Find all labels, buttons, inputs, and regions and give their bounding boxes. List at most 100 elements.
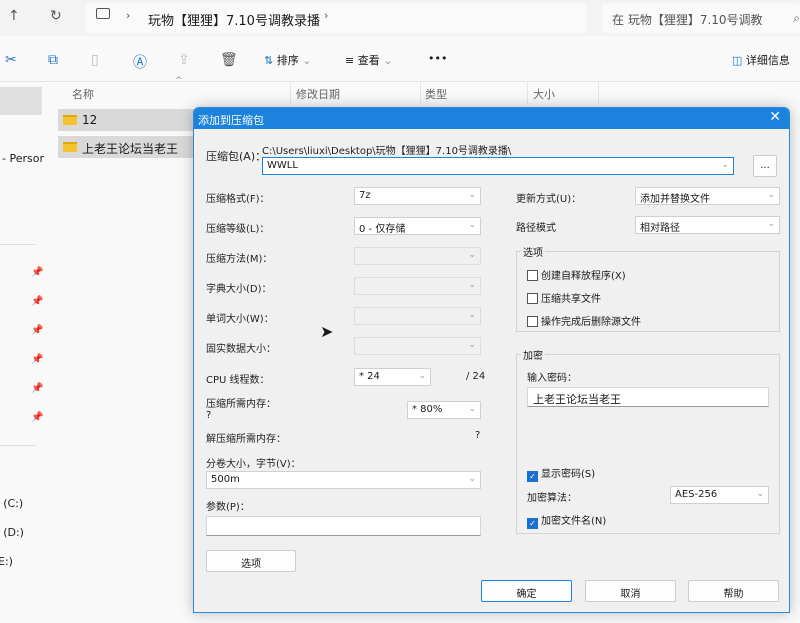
cancel-button[interactable]: 取消 xyxy=(585,580,676,602)
share-icon[interactable]: ⇪ xyxy=(178,52,190,68)
address-field[interactable]: › 玩物【狸狸】7.10号调教录播 › xyxy=(86,3,586,33)
solid-select[interactable]: ⌄ xyxy=(354,337,481,355)
details-button[interactable]: ◫ 详细信息 xyxy=(732,52,790,68)
check-icon: ✓ xyxy=(527,518,538,529)
pin-icon: 📌 xyxy=(31,383,44,394)
sidebar-drive-e[interactable]: E:) xyxy=(0,555,13,568)
chevron-right-icon: › xyxy=(126,9,131,22)
file-row[interactable]: 上老王论坛当老王 xyxy=(58,136,198,158)
sfx-checkbox[interactable]: 创建自释放程序(X) xyxy=(527,267,626,282)
column-type[interactable]: 类型 xyxy=(425,82,447,104)
computer-icon xyxy=(96,8,110,19)
mouse-cursor-icon: ➤ xyxy=(320,322,334,341)
encryption-group-label: 加密 xyxy=(521,347,545,362)
explorer-address-bar: ↑ ↻ › 玩物【狸狸】7.10号调教录播 › 在 玩物【狸狸】7.10号调教 ⌕ xyxy=(0,0,800,36)
dict-select[interactable]: ⌄ xyxy=(354,277,481,295)
decomp-label: 解压缩所需内存： xyxy=(206,434,286,445)
copy-icon[interactable]: ⧉ xyxy=(48,52,58,68)
cpu-label: CPU 线程数： xyxy=(206,375,270,386)
refresh-icon[interactable]: ↻ xyxy=(50,8,62,24)
delete-after-checkbox[interactable]: 操作完成后删除源文件 xyxy=(527,313,641,328)
sort-button[interactable]: ⇅ 排序 ⌄ xyxy=(264,52,311,68)
pin-icon: 📌 xyxy=(31,412,44,423)
rename-icon[interactable]: Ⓐ xyxy=(133,52,147,72)
cpu-select[interactable]: * 24 ⌄ xyxy=(354,368,431,386)
password-label: 输入密码： xyxy=(527,373,577,384)
pathmode-select[interactable]: 相对路径 ⌄ xyxy=(635,216,780,234)
password-input[interactable]: 上老王论坛当老王 xyxy=(527,387,769,407)
mem-value: ? xyxy=(206,410,212,421)
mem-select[interactable]: * 80% ⌄ xyxy=(407,401,481,419)
pathmode-label: 路径模式 xyxy=(516,223,556,234)
archive-path: C:\Users\liuxi\Desktop\玩物【狸狸】7.10号调教录播\ xyxy=(262,146,512,157)
level-label: 压缩等级(L)： xyxy=(206,224,270,235)
dialog-title-bar: 添加到压缩包 ✕ xyxy=(194,108,789,129)
format-select[interactable]: 7z ⌄ xyxy=(354,187,481,205)
pin-icon: 📌 xyxy=(31,325,44,336)
details-pane-icon: ◫ xyxy=(732,54,743,67)
column-date[interactable]: 修改日期 xyxy=(296,82,340,104)
help-button[interactable]: 帮助 xyxy=(688,580,779,602)
column-name[interactable]: 名称 xyxy=(72,82,94,104)
enc-method-select[interactable]: AES-256 ⌄ xyxy=(670,486,769,504)
delete-icon[interactable]: 🗑 xyxy=(220,52,238,68)
browse-button[interactable]: ... xyxy=(753,155,777,177)
show-password-checkbox[interactable]: ✓ 显示密码(S) xyxy=(527,465,595,482)
method-select[interactable]: ⌄ xyxy=(354,247,481,265)
more-button[interactable]: ••• xyxy=(428,52,447,65)
sidebar-onedrive[interactable]: - Persor xyxy=(2,152,44,165)
encrypt-names-checkbox[interactable]: ✓ 加密文件名(N) xyxy=(527,512,606,529)
shared-files-checkbox[interactable]: 压缩共享文件 xyxy=(527,290,601,305)
search-input[interactable]: 在 玩物【狸狸】7.10号调教 ⌕ xyxy=(602,3,800,33)
add-to-archive-dialog: 添加到压缩包 ✕ 压缩包(A)： C:\Users\liuxi\Desktop\玩… xyxy=(193,107,790,613)
command-bar: ✂ ⧉ ▯ Ⓐ ⇪ 🗑 ⇅ 排序 ⌄ ≡ 查看 ⌄ ••• ◫ 详细信息 xyxy=(0,38,800,82)
format-label: 压缩格式(F)： xyxy=(206,194,270,205)
folder-icon xyxy=(63,142,77,152)
options-group: 选项 创建自释放程序(X) 压缩共享文件 操作完成后删除源文件 xyxy=(516,244,780,332)
volume-label: 分卷大小，字节(V)： xyxy=(206,459,301,470)
paste-icon[interactable]: ▯ xyxy=(91,52,99,68)
solid-label: 固实数据大小： xyxy=(206,344,276,355)
dict-label: 字典大小(D)： xyxy=(206,284,272,295)
params-input[interactable] xyxy=(206,516,481,536)
method-label: 压缩方法(M)： xyxy=(206,254,273,265)
breadcrumb[interactable]: 玩物【狸狸】7.10号调教录播 xyxy=(148,10,320,29)
mem-label: 压缩所需内存： xyxy=(206,399,276,410)
column-size[interactable]: 大小 xyxy=(533,82,555,104)
up-arrow-icon[interactable]: ↑ xyxy=(8,8,20,24)
cpu-max: / 24 xyxy=(466,371,486,382)
sidebar-selected-item[interactable] xyxy=(0,87,42,115)
folder-icon xyxy=(63,115,77,125)
word-select[interactable]: ⌄ xyxy=(354,307,481,325)
divider xyxy=(0,244,36,245)
sidebar-drive-d[interactable]: : (D:) xyxy=(0,526,24,539)
pin-icon: 📌 xyxy=(31,267,44,278)
update-select[interactable]: 添加并替换文件 ⌄ xyxy=(635,187,780,205)
pin-icon: 📌 xyxy=(31,354,44,365)
close-icon[interactable]: ✕ xyxy=(769,109,781,125)
params-label: 参数(P)： xyxy=(206,502,250,513)
sidebar-drive-c[interactable]: : (C:) xyxy=(0,497,23,510)
view-button[interactable]: ≡ 查看 ⌄ xyxy=(345,52,392,68)
search-icon: ⌕ xyxy=(793,11,800,25)
encryption-group: 加密 输入密码： 上老王论坛当老王 ✓ 显示密码(S) 加密算法： AES-256… xyxy=(516,347,780,534)
divider xyxy=(0,445,36,446)
word-label: 单词大小(W)： xyxy=(206,314,274,325)
sort-ascending-icon: ^ xyxy=(175,76,183,86)
chevron-right-icon[interactable]: › xyxy=(324,9,328,22)
decomp-value: ? xyxy=(475,430,481,441)
file-row[interactable]: 12 xyxy=(58,109,198,131)
pin-icon: 📌 xyxy=(31,296,44,307)
archive-name-combo[interactable]: WWLL ⌄ xyxy=(262,157,734,175)
level-select[interactable]: 0 - 仅存储 ⌄ xyxy=(354,217,481,235)
enc-method-label: 加密算法： xyxy=(527,493,577,504)
options-button[interactable]: 选项 xyxy=(206,550,296,572)
volume-combo[interactable]: 500m ⌄ xyxy=(206,471,481,489)
ok-button[interactable]: 确定 xyxy=(481,580,572,602)
archive-label: 压缩包(A)： xyxy=(206,150,267,163)
check-icon: ✓ xyxy=(527,471,538,482)
sort-icon: ⇅ xyxy=(264,54,274,67)
update-label: 更新方式(U)： xyxy=(516,194,582,205)
options-group-label: 选项 xyxy=(521,244,545,259)
cut-icon[interactable]: ✂ xyxy=(5,52,17,68)
